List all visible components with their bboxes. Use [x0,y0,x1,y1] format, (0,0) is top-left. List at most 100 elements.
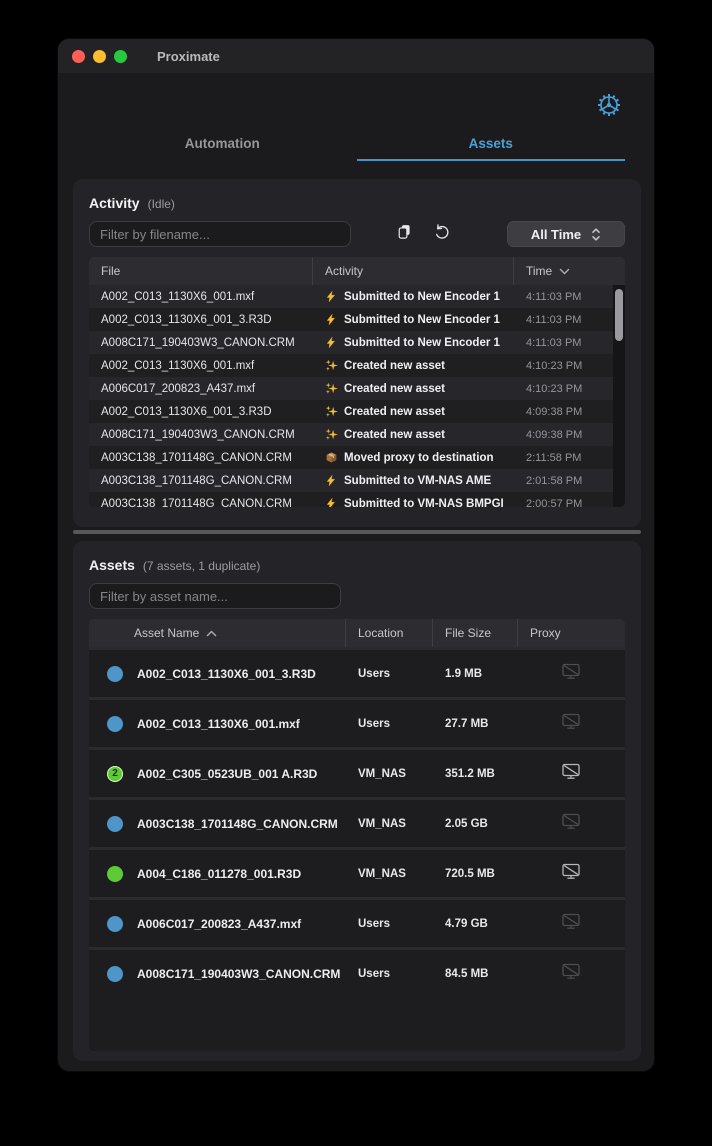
column-header-time[interactable]: Time [514,257,625,285]
proxy-cell [518,863,623,885]
asset-row[interactable]: A008C171_190403W3_CANON.CRMUsers84.5 MB [89,947,625,997]
asset-name-cell: 2A002_C305_0523UB_001 A.R3D [89,766,346,782]
file-size-cell: 351.2 MB [433,768,518,780]
activity-cell: Created new asset [313,359,514,372]
copy-icon [396,223,413,245]
asset-name-filter-input[interactable] [89,583,341,609]
proxy-cell [518,963,623,985]
title-bar: Proximate [58,39,654,73]
activity-row[interactable]: A002_C013_1130X6_001.mxf Submitted to Ne… [89,285,625,308]
activity-cell: Created new asset [313,405,514,418]
file-size-cell: 27.7 MB [433,718,518,730]
column-header-activity[interactable]: Activity [313,257,514,285]
activity-table-body: A002_C013_1130X6_001.mxf Submitted to Ne… [89,285,625,507]
filename-filter-input[interactable] [89,221,351,247]
file-size-cell: 1.9 MB [433,668,518,680]
activity-cell: Submitted to VM-NAS AME [313,474,514,487]
time-cell: 4:11:03 PM [514,337,625,349]
panel-splitter-handle[interactable] [73,530,641,534]
asset-row[interactable]: A002_C013_1130X6_001_3.R3DUsers1.9 MB [89,647,625,697]
window-title: Proximate [157,49,220,64]
asset-name-cell: A008C171_190403W3_CANON.CRM [89,966,346,982]
lightning-icon [325,290,338,303]
activity-scrollbar-thumb[interactable] [615,289,623,341]
activity-title: Activity [89,195,140,211]
activity-table: A002_C013_1130X6_001.mxf Submitted to Ne… [89,285,625,507]
lightning-icon [325,497,338,507]
location-cell: VM_NAS [346,868,433,880]
asset-row[interactable]: 2A002_C305_0523UB_001 A.R3DVM_NAS351.2 M… [89,747,625,797]
time-range-value: All Time [531,227,581,242]
ready-status-dot: 2 [107,766,123,782]
time-cell: 4:10:23 PM [514,383,625,395]
proxy-cell [518,663,623,685]
time-range-select[interactable]: All Time [507,221,625,247]
activity-row[interactable]: A003C138_1701148G_CANON.CRM Submitted to… [89,469,625,492]
assets-table: A002_C013_1130X6_001_3.R3DUsers1.9 MB A0… [89,647,625,1051]
no-proxy-display-icon [561,813,581,835]
activity-panel: Activity (Idle) All Time File [73,179,641,527]
asset-row[interactable]: A003C138_1701148G_CANON.CRMVM_NAS2.05 GB [89,797,625,847]
location-cell: Users [346,918,433,930]
column-header-location[interactable]: Location [346,619,433,647]
activity-cell: Created new asset [313,428,514,441]
sort-desc-icon [559,268,570,275]
activity-row[interactable]: A008C171_190403W3_CANON.CRM Created new … [89,423,625,446]
no-proxy-display-icon [561,663,581,685]
activity-row[interactable]: A002_C013_1130X6_001_3.R3D Submitted to … [89,308,625,331]
sparkles-icon [325,359,338,372]
refresh-button[interactable] [429,221,455,247]
activity-row[interactable]: A006C017_200823_A437.mxf Created new ass… [89,377,625,400]
activity-row[interactable]: A002_C013_1130X6_001_3.R3D Created new a… [89,400,625,423]
location-cell: VM_NAS [346,768,433,780]
asset-name-cell: A002_C013_1130X6_001_3.R3D [89,666,346,682]
file-cell: A002_C013_1130X6_001.mxf [89,291,313,303]
activity-cell: Submitted to New Encoder 1 [313,290,514,303]
tab-automation[interactable]: Automation [88,127,357,161]
activity-row[interactable]: A002_C013_1130X6_001.mxf Created new ass… [89,354,625,377]
file-cell: A002_C013_1130X6_001.mxf [89,360,313,372]
file-size-cell: 720.5 MB [433,868,518,880]
column-header-file-size[interactable]: File Size [433,619,518,647]
gear-icon [595,91,623,124]
activity-cell: Submitted to New Encoder 1 [313,313,514,326]
sparkles-icon [325,428,338,441]
asset-row[interactable]: A004_C186_011278_001.R3DVM_NAS720.5 MB [89,847,625,897]
file-cell: A008C171_190403W3_CANON.CRM [89,429,313,441]
asset-name-cell: A004_C186_011278_001.R3D [89,866,346,882]
proxy-cell [518,813,623,835]
zoom-button[interactable] [114,50,127,63]
assets-panel: Assets (7 assets, 1 duplicate) Asset Nam… [73,541,641,1061]
no-proxy-display-icon [561,913,581,935]
activity-row[interactable]: A003C138_1701148G_CANON.CRM Moved proxy … [89,446,625,469]
file-size-cell: 84.5 MB [433,968,518,980]
close-button[interactable] [72,50,85,63]
location-cell: Users [346,718,433,730]
pending-status-dot [107,816,123,832]
settings-button[interactable] [594,92,624,122]
minimize-button[interactable] [93,50,106,63]
asset-row[interactable]: A002_C013_1130X6_001.mxfUsers27.7 MB [89,697,625,747]
file-cell: A002_C013_1130X6_001_3.R3D [89,314,313,326]
file-cell: A002_C013_1130X6_001_3.R3D [89,406,313,418]
activity-cell: Created new asset [313,382,514,395]
file-cell: A003C138_1701148G_CANON.CRM [89,498,313,508]
column-header-proxy[interactable]: Proxy [518,619,623,647]
asset-row[interactable]: A006C017_200823_A437.mxfUsers4.79 GB [89,897,625,947]
column-header-file[interactable]: File [89,257,313,285]
pending-status-dot [107,916,123,932]
activity-row[interactable]: A003C138_1701148G_CANON.CRM Submitted to… [89,492,625,507]
pending-status-dot [107,666,123,682]
tab-assets[interactable]: Assets [357,127,626,161]
assets-title: Assets [89,557,135,573]
column-header-asset-name[interactable]: Asset Name [89,619,346,647]
package-icon [325,451,338,464]
file-size-cell: 4.79 GB [433,918,518,930]
activity-scrollbar-track[interactable] [613,285,625,507]
proxy-cell [518,713,623,735]
asset-name-cell: A003C138_1701148G_CANON.CRM [89,816,346,832]
copy-log-button[interactable] [391,221,417,247]
pending-status-dot [107,716,123,732]
updown-chevron-icon [591,227,601,242]
activity-row[interactable]: A008C171_190403W3_CANON.CRM Submitted to… [89,331,625,354]
